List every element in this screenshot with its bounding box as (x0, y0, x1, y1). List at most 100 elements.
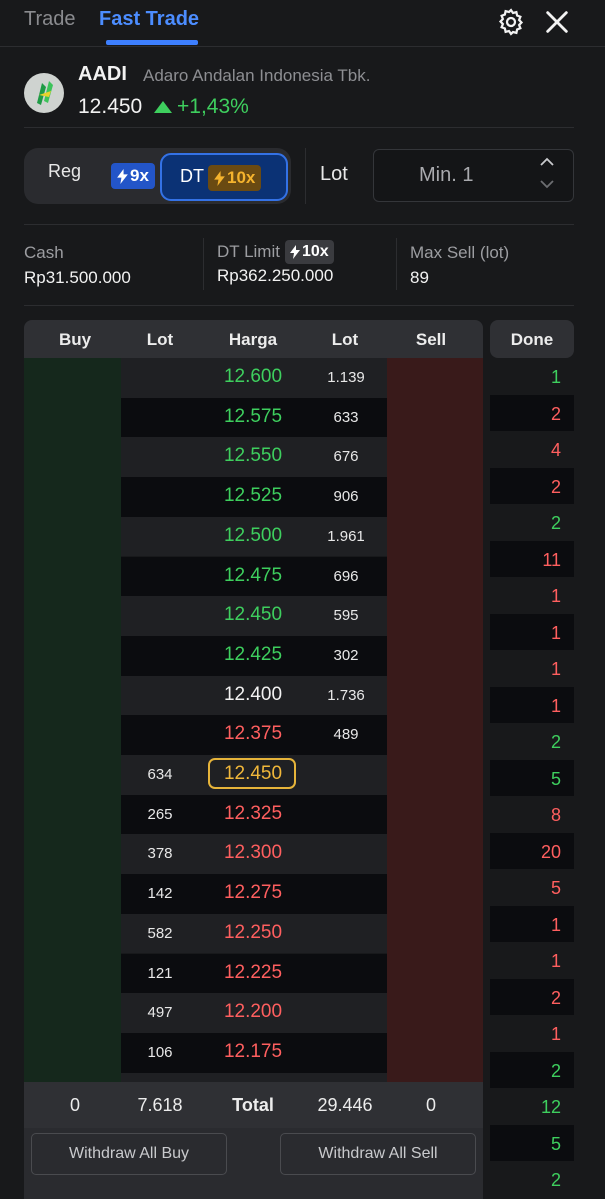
orderbook-row[interactable]: 12.575 633 (121, 397, 387, 438)
mode-reg-button[interactable]: Reg (48, 161, 81, 182)
offer-lot-value: 906 (333, 488, 359, 506)
lot-input[interactable]: Min. 1 (373, 149, 574, 202)
orderbook-row[interactable]: 12.525 906 (121, 477, 387, 517)
max-sell-info: Max Sell (lot) 89 (410, 243, 509, 288)
dt-multiplier-badge: 10x (208, 165, 262, 191)
orderbook-row[interactable]: 12.375 489 (121, 715, 387, 755)
bid-lot-value: 582 (147, 924, 173, 942)
bid-lot-value: 497 (147, 1004, 173, 1022)
lot-label: Lot (320, 163, 348, 185)
price-value: 12.250 (223, 921, 283, 943)
done-value: 5 (550, 878, 561, 898)
withdraw-all-buy-button[interactable]: Withdraw All Buy (31, 1133, 227, 1175)
price-value: 12.500 (223, 524, 283, 546)
total-buy: 0 (69, 1095, 81, 1115)
buy-queue-column[interactable] (24, 358, 121, 1082)
close-icon[interactable] (543, 8, 571, 36)
orderbook-row[interactable]: 582 12.250 (121, 913, 387, 954)
mode-dt-label: DT (180, 166, 204, 186)
price-change-value: +1,43% (177, 95, 249, 118)
cash-label: Cash (24, 243, 64, 262)
orderbook-row[interactable]: 12.475 696 (121, 556, 387, 597)
offer-lot-value: 696 (333, 567, 359, 585)
chevron-up-icon[interactable] (539, 156, 555, 168)
done-row: 2 (490, 723, 574, 760)
orderbook-row[interactable]: 12.450 595 (121, 596, 387, 636)
done-value: 1 (550, 367, 561, 387)
orderbook-row[interactable]: 378 12.300 (121, 834, 387, 875)
orderbook-row[interactable]: 121 12.225 (121, 953, 387, 994)
bid-lot-value: 106 (147, 1043, 173, 1061)
bid-lot-value: 378 (147, 845, 173, 863)
mode-selector: Reg 9x DT 10x (24, 148, 291, 204)
lightning-icon (214, 170, 225, 186)
price-value: 12.375 (223, 723, 283, 745)
dt-limit-value: Rp362.250.000 (217, 266, 334, 285)
orderbook-row[interactable]: 12.425 302 (121, 635, 387, 676)
max-sell-value: 89 (410, 268, 429, 287)
header-buy: Buy (58, 330, 92, 349)
done-row: 8 (490, 796, 574, 833)
withdraw-all-sell-button[interactable]: Withdraw All Sell (280, 1133, 476, 1175)
header-sell: Sell (415, 330, 447, 349)
done-value: 2 (550, 1060, 561, 1081)
done-header: Done (490, 320, 574, 358)
orderbook-row[interactable]: 12.400 1.736 (121, 675, 387, 716)
tab-fast-trade[interactable]: Fast Trade (99, 8, 199, 31)
dt-multiplier: 10x (227, 168, 256, 187)
dt-limit-label: DT Limit (217, 242, 280, 261)
totals-row: 0 7.618 Total 29.446 0 (24, 1082, 483, 1128)
orderbook-row[interactable]: 142 12.275 (121, 874, 387, 914)
price-value: 12.200 (223, 1001, 283, 1023)
done-value: 11 (542, 549, 561, 570)
tab-trade[interactable]: Trade (24, 8, 76, 31)
stock-ticker: AADI (78, 63, 127, 85)
total-bid-lot: 7.618 (137, 1095, 183, 1115)
offer-lot-value: 302 (333, 646, 359, 664)
orderbook-row[interactable]: 497 12.200 (121, 993, 387, 1033)
orderbook-row[interactable]: 12.600 1.139 (121, 358, 387, 398)
total-label: Total (232, 1095, 274, 1115)
price-value: 12.600 (223, 366, 283, 387)
gear-icon[interactable] (496, 7, 526, 37)
orderbook-row[interactable]: 12.500 1.961 (121, 516, 387, 557)
max-sell-label: Max Sell (lot) (410, 243, 510, 262)
done-value: 4 (550, 440, 561, 460)
done-row: 2 (490, 1161, 574, 1198)
orderbook-row[interactable]: 634 12.450 (121, 755, 387, 795)
done-value: 1 (550, 1024, 561, 1044)
orderbook-row[interactable]: 12.550 676 (121, 437, 387, 478)
divider (24, 127, 574, 128)
orderbook-row[interactable]: 65412.150 (121, 1072, 387, 1082)
cash-value: Rp31.500.000 (24, 268, 131, 287)
total-offer-lot: 29.446 (317, 1095, 373, 1115)
orderbook-row[interactable]: 106 12.175 (121, 1032, 387, 1073)
price-value: 12.550 (223, 445, 283, 467)
sell-queue-column[interactable] (387, 358, 483, 1082)
done-row: 2 (490, 504, 574, 541)
divider (396, 238, 397, 290)
reg-multiplier-badge: 9x (111, 163, 155, 189)
done-row: 12 (490, 1088, 574, 1125)
divider (24, 224, 574, 225)
active-tab-indicator (106, 40, 198, 45)
done-value: 2 (550, 732, 561, 752)
header-done: Done (510, 330, 554, 349)
company-name: Adaro Andalan Indonesia Tbk. (143, 66, 371, 85)
orderbook-row[interactable]: 265 12.325 (121, 794, 387, 835)
chevron-down-icon[interactable] (539, 178, 555, 190)
price-value: 12.175 (223, 1040, 283, 1062)
header-bid-lot: Lot (146, 330, 174, 349)
done-row: 1 (490, 686, 574, 723)
mode-dt-button[interactable]: DT 10x (160, 153, 288, 201)
orderbook-rows: 12.600 1.139 12.575 633 12.550 676 12.525 906 12… (121, 358, 387, 1082)
price-value: 12.475 (223, 564, 283, 586)
stock-logo (24, 73, 64, 113)
done-row: 5 (490, 1124, 574, 1161)
offer-lot-value: 1.736 (327, 686, 365, 704)
done-value: 20 (540, 841, 561, 862)
price-value: 12.450 (223, 604, 283, 626)
done-value: 5 (550, 768, 561, 789)
done-row: 1 (490, 1015, 574, 1052)
offer-lot-value: 489 (333, 726, 359, 744)
